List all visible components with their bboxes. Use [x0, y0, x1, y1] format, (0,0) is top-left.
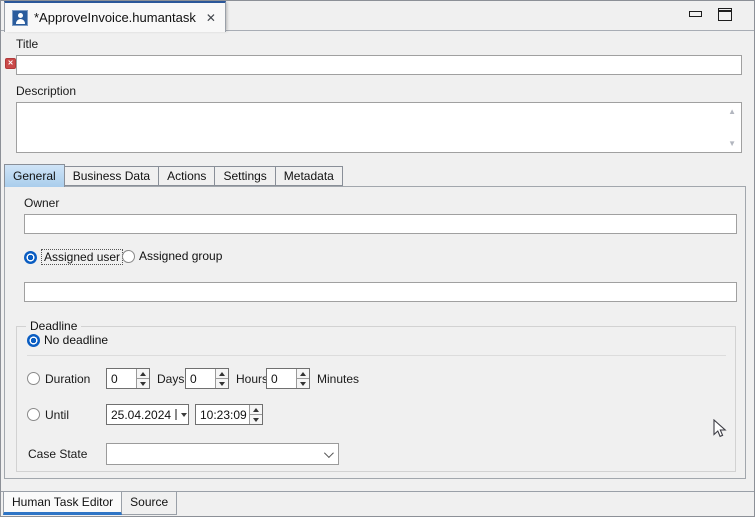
tab-metadata[interactable]: Metadata [275, 166, 343, 186]
assigned-group-label[interactable]: Assigned group [139, 249, 222, 263]
no-deadline-label[interactable]: No deadline [44, 333, 108, 347]
tab-business-data[interactable]: Business Data [64, 166, 159, 186]
owner-label: Owner [24, 196, 59, 210]
editor-tab-bar: *ApproveInvoice.humantask ✕ [1, 1, 754, 31]
editor-tab-approveinvoice[interactable]: *ApproveInvoice.humantask ✕ [4, 1, 226, 32]
triangle-down-icon [140, 382, 146, 386]
error-decorator-icon: ✕ [5, 58, 16, 69]
scroll-up-icon[interactable]: ▲ [728, 107, 736, 116]
description-field-frame: ▲ ▼ [16, 102, 742, 153]
until-time-value[interactable]: 10:23:09 [196, 405, 249, 424]
editor-tab-title: *ApproveInvoice.humantask [34, 10, 196, 25]
days-spinner: 0 [106, 368, 150, 389]
assigned-user-radio[interactable] [24, 251, 37, 264]
calendar-icon [175, 409, 177, 420]
triangle-up-icon [219, 372, 225, 376]
scroll-down-icon[interactable]: ▼ [728, 139, 736, 148]
minutes-spinner: 0 [266, 368, 310, 389]
minimize-icon[interactable] [689, 11, 702, 17]
hours-spinner-buttons [215, 369, 228, 388]
triangle-up-icon [300, 372, 306, 376]
assignee-input[interactable] [24, 282, 737, 302]
days-spinner-buttons [136, 369, 149, 388]
deadline-legend: Deadline [26, 319, 81, 333]
days-value[interactable]: 0 [107, 369, 136, 388]
duration-radio[interactable] [27, 372, 40, 385]
hours-label: Hours [236, 372, 268, 386]
general-tab-panel: Owner Assigned user Assigned group Deadl… [4, 186, 746, 479]
days-increment-button[interactable] [137, 369, 149, 379]
deadline-groupbox: Deadline No deadline Duration 0 Days 0 [16, 326, 736, 472]
section-tab-bar: General Business Data Actions Settings M… [5, 164, 343, 186]
case-state-dropdown[interactable] [106, 443, 339, 465]
tab-general[interactable]: General [4, 164, 65, 187]
triangle-up-icon [253, 408, 259, 412]
days-decrement-button[interactable] [137, 379, 149, 388]
hours-increment-button[interactable] [216, 369, 228, 379]
until-date-picker[interactable]: 25.04.2024 [106, 404, 189, 425]
assigned-user-radio-row: Assigned user [24, 249, 123, 265]
title-label: Title [16, 37, 38, 51]
minutes-label: Minutes [317, 372, 359, 386]
hours-decrement-button[interactable] [216, 379, 228, 388]
assigned-user-label[interactable]: Assigned user [41, 249, 123, 265]
maximize-icon[interactable] [718, 8, 732, 21]
until-radio[interactable] [27, 408, 40, 421]
title-input[interactable] [16, 55, 742, 75]
no-deadline-radio-row: No deadline [27, 333, 108, 347]
human-task-editor-window: *ApproveInvoice.humantask ✕ Title ✕ Desc… [0, 0, 755, 517]
minutes-spinner-buttons [296, 369, 309, 388]
triangle-down-icon [300, 382, 306, 386]
duration-label: Duration [45, 372, 90, 386]
tab-source[interactable]: Source [122, 492, 177, 515]
assigned-group-radio-row: Assigned group [122, 249, 222, 263]
triangle-down-icon [219, 382, 225, 386]
until-label: Until [45, 408, 69, 422]
close-icon[interactable]: ✕ [206, 11, 216, 25]
tab-settings[interactable]: Settings [214, 166, 275, 186]
hours-spinner: 0 [185, 368, 229, 389]
editor-mode-tab-bar: Human Task Editor Source [1, 491, 754, 516]
minutes-decrement-button[interactable] [297, 379, 309, 388]
time-spinner-buttons [249, 405, 262, 424]
description-input[interactable] [17, 103, 722, 152]
triangle-down-icon [253, 418, 259, 422]
assigned-group-radio[interactable] [122, 250, 135, 263]
triangle-up-icon [140, 372, 146, 376]
chevron-down-icon [324, 448, 334, 458]
days-label: Days [157, 372, 184, 386]
case-state-label: Case State [28, 447, 87, 461]
minutes-increment-button[interactable] [297, 369, 309, 379]
deadline-separator [27, 355, 726, 356]
tab-actions[interactable]: Actions [158, 166, 215, 186]
user-icon [12, 10, 28, 26]
minutes-value[interactable]: 0 [267, 369, 296, 388]
description-label: Description [16, 84, 76, 98]
dropdown-arrow-icon [181, 413, 187, 417]
time-increment-button[interactable] [250, 405, 262, 415]
hours-value[interactable]: 0 [186, 369, 215, 388]
tab-human-task-editor[interactable]: Human Task Editor [3, 492, 122, 515]
until-time-spinner: 10:23:09 [195, 404, 263, 425]
owner-input[interactable] [24, 214, 737, 234]
until-date-value: 25.04.2024 [111, 408, 171, 422]
no-deadline-radio[interactable] [27, 334, 40, 347]
time-decrement-button[interactable] [250, 415, 262, 424]
